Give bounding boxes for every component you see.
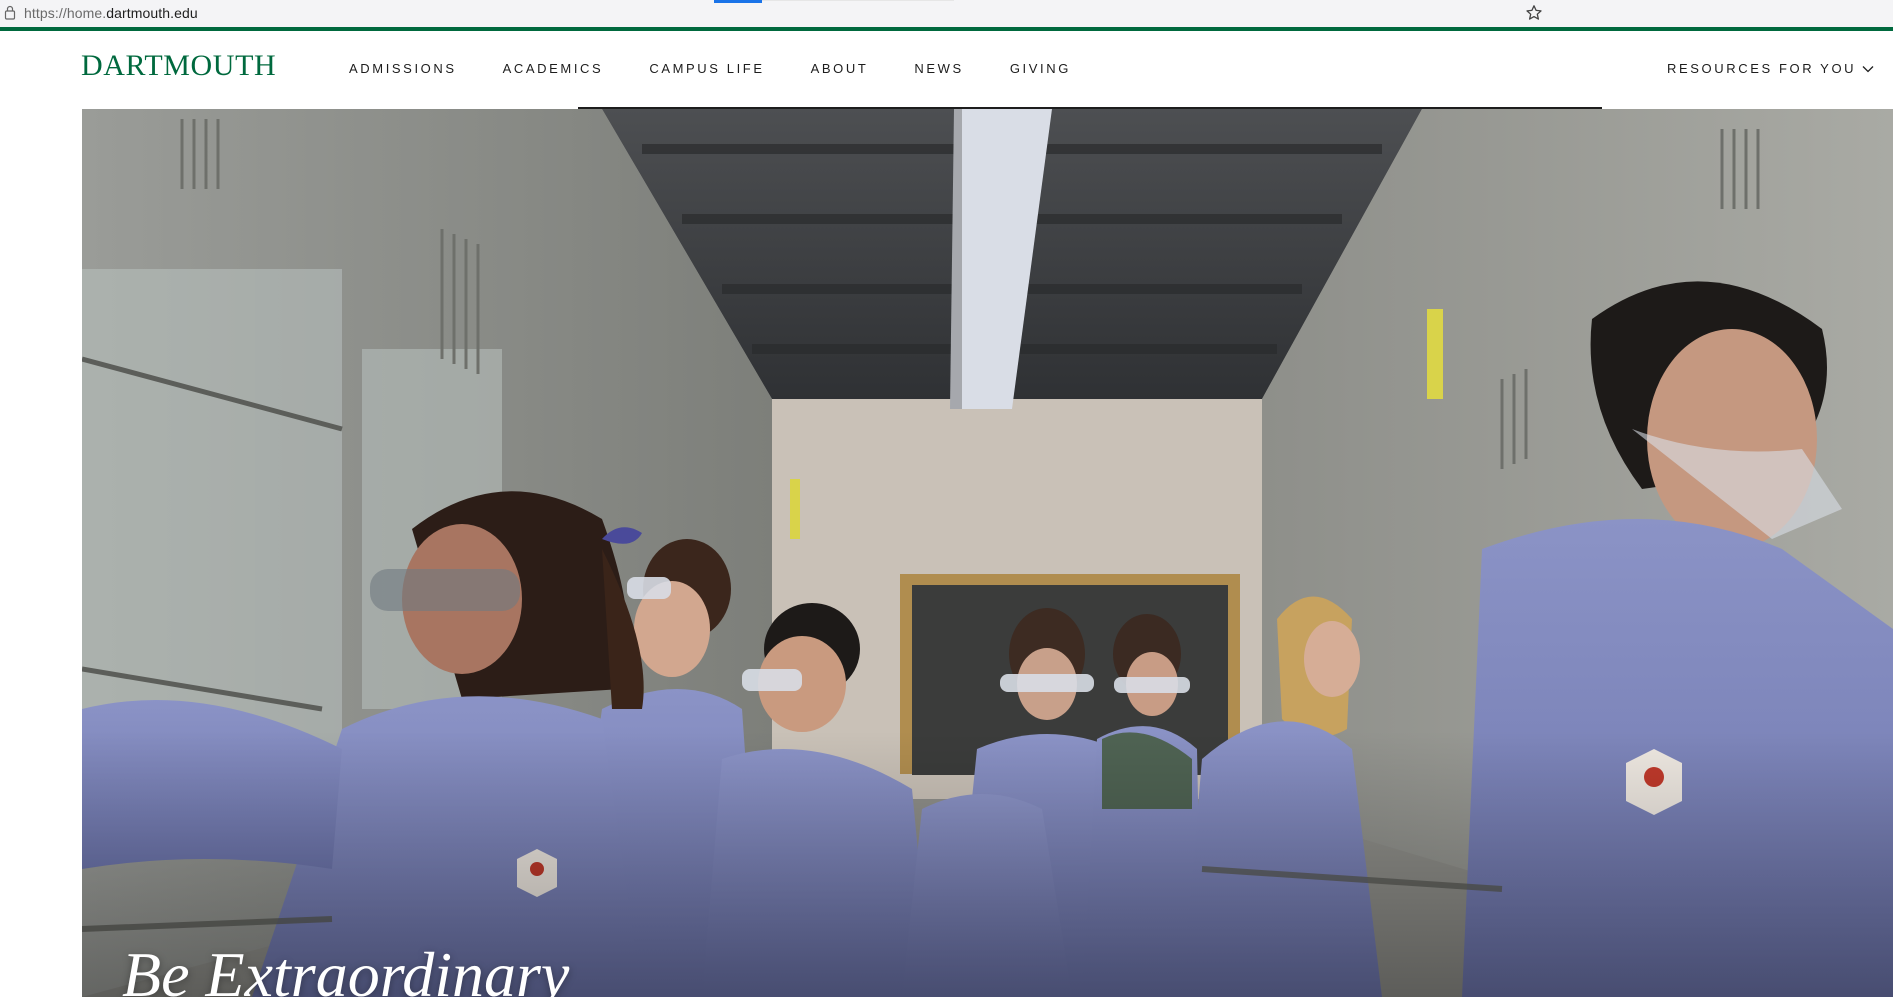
nav-academics[interactable]: ACADEMICS [503,61,604,77]
hero-lab-photo [82,109,1893,997]
page-load-track [762,0,954,1]
nav-admissions[interactable]: ADMISSIONS [349,61,457,77]
nav-about[interactable]: ABOUT [811,61,869,77]
nav-giving[interactable]: GIVING [1010,61,1071,77]
primary-nav: ADMISSIONS ACADEMICS CAMPUS LIFE ABOUT N… [349,61,1117,77]
hero-title: Be Extraordinary [122,939,570,997]
nav-news[interactable]: NEWS [914,61,963,77]
dartmouth-wordmark[interactable]: DARTMOUTH [81,51,276,81]
site-header: DARTMOUTH ADMISSIONS ACADEMICS CAMPUS LI… [0,31,1893,108]
page-load-indicator [714,0,762,3]
lock-icon [4,5,16,20]
chevron-down-icon [1862,66,1874,73]
browser-address-bar[interactable]: https://home.dartmouth.edu [0,0,1893,28]
resources-label: RESOURCES FOR YOU [1667,61,1857,76]
url-host: dartmouth.edu [106,5,198,21]
address-url[interactable]: https://home.dartmouth.edu [24,5,198,21]
url-prefix: https://home. [24,5,107,21]
resources-for-you-menu[interactable]: RESOURCES FOR YOU [1667,61,1874,77]
star-icon[interactable] [1525,4,1543,22]
nav-campus-life[interactable]: CAMPUS LIFE [649,61,764,77]
hero-banner: Be Extraordinary [82,109,1893,997]
